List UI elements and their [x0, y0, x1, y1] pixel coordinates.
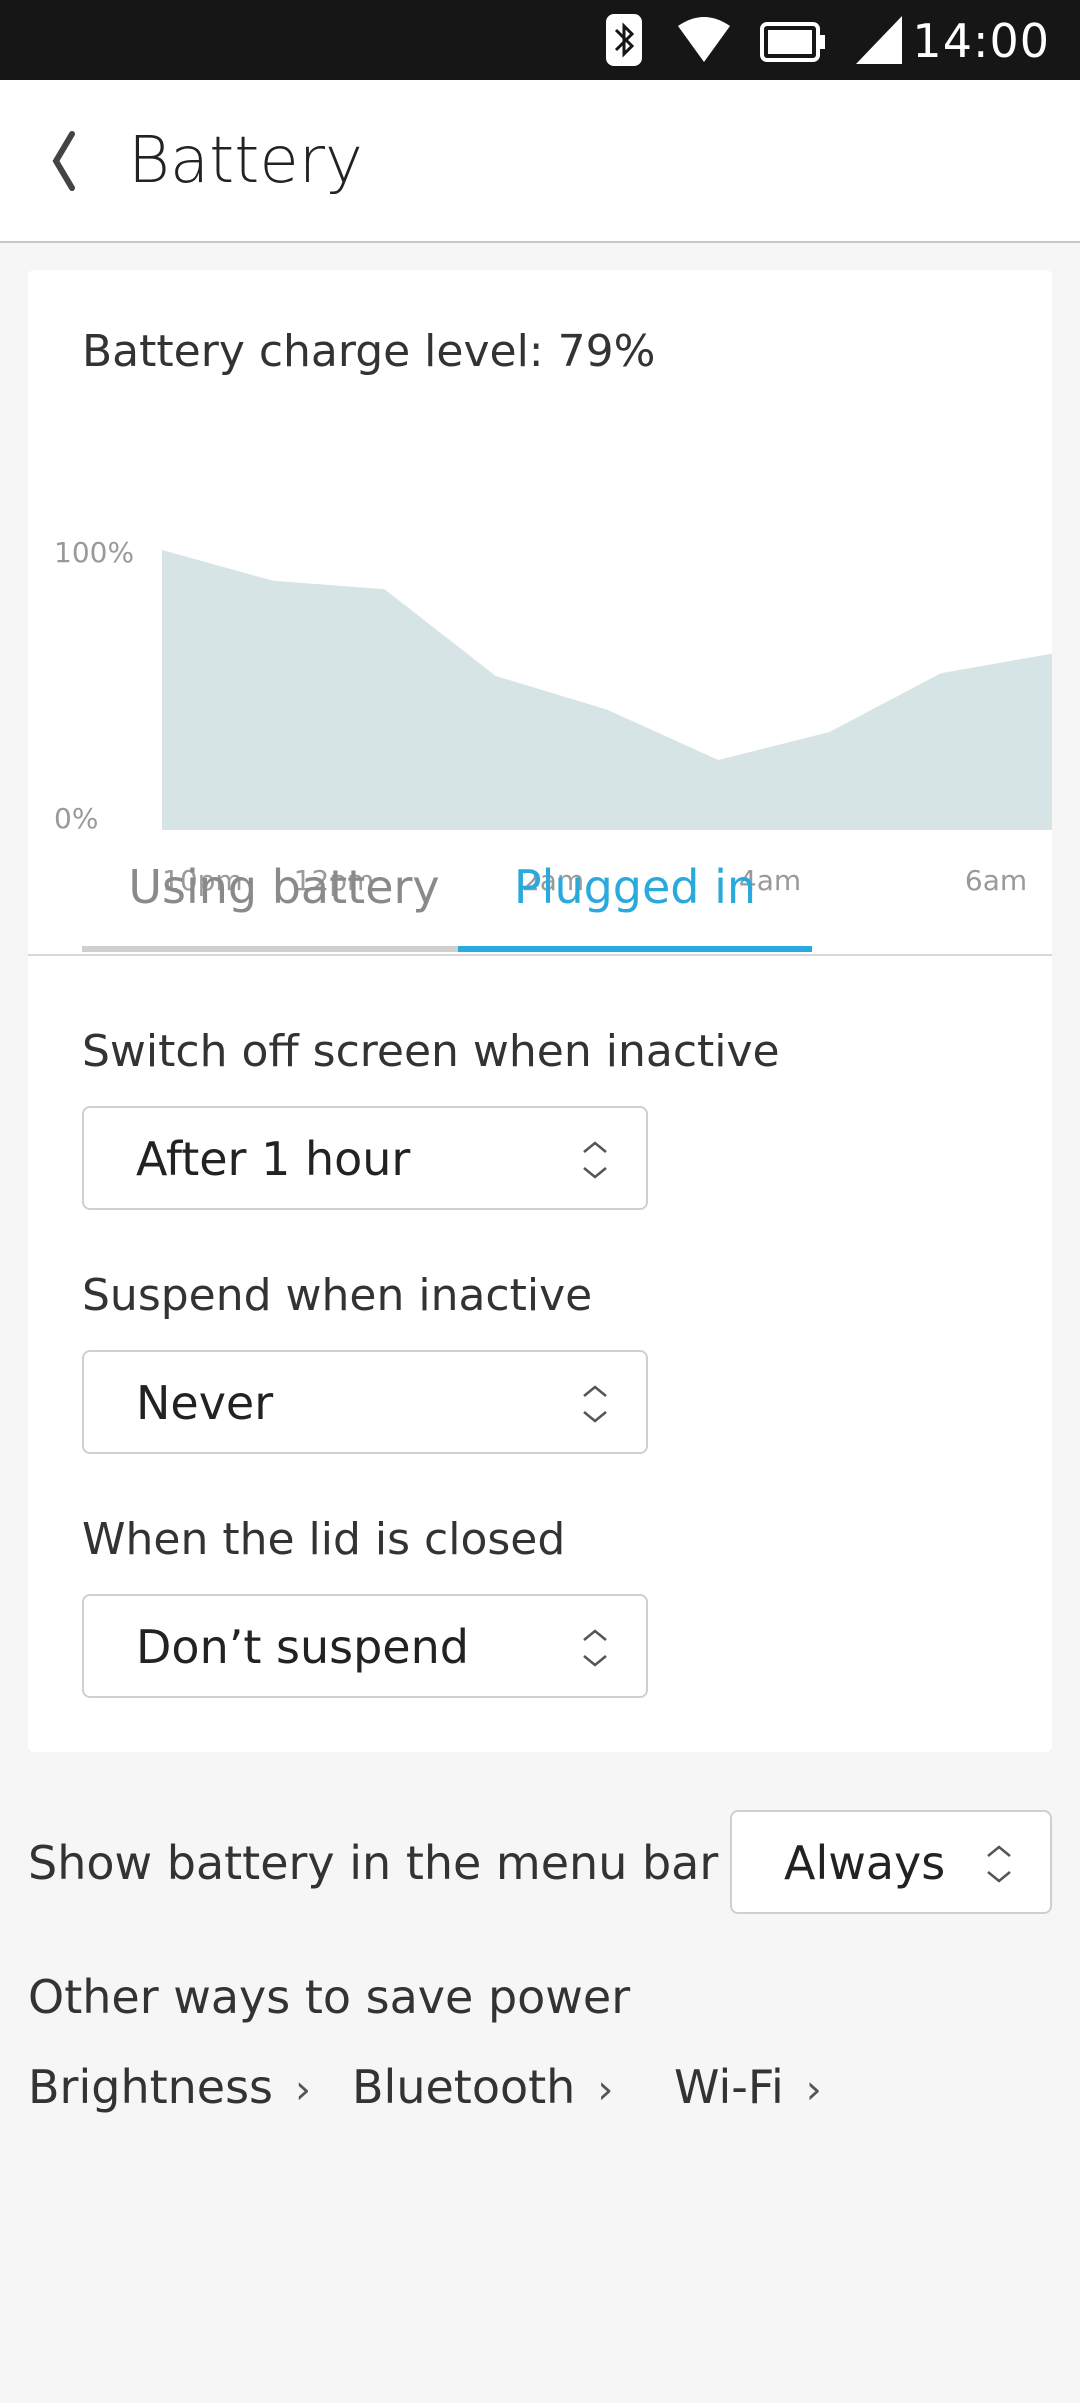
tab-divider — [28, 954, 1052, 956]
tab-bar: Using battery Plugged in — [28, 860, 1052, 952]
y-tick-label: 0% — [54, 802, 98, 835]
other-ways-title: Other ways to save power — [28, 1970, 631, 2024]
y-tick-label: 100% — [54, 536, 134, 569]
link-bluetooth[interactable]: Bluetooth › — [352, 2060, 613, 2114]
up-down-chevron-icon — [984, 1842, 1014, 1886]
charge-area — [162, 550, 1052, 830]
up-down-chevron-icon — [580, 1382, 610, 1426]
menu-bar-label: Show battery in the menu bar — [28, 1836, 719, 1890]
battery-card: Battery charge level: 79% 100% 0% 10pm 12pm… — [28, 270, 1052, 1752]
header: Battery — [0, 80, 1080, 243]
bluetooth-icon — [604, 12, 644, 72]
status-bar: 14:00 — [0, 0, 1080, 80]
lid-label: When the lid is closed — [82, 1514, 566, 1565]
up-down-chevron-icon — [580, 1626, 610, 1670]
tab-using-battery[interactable]: Using battery — [82, 860, 486, 952]
suspend-label: Suspend when inactive — [82, 1270, 593, 1321]
tab-plugged-in[interactable]: Plugged in — [458, 860, 812, 952]
chevron-right-icon: › — [597, 2067, 614, 2113]
suspend-select[interactable]: Never — [82, 1350, 648, 1454]
signal-icon — [854, 14, 904, 70]
lid-value: Don’t suspend — [136, 1620, 469, 1674]
suspend-value: Never — [136, 1376, 274, 1430]
back-button[interactable] — [36, 120, 96, 202]
screen-off-select[interactable]: After 1 hour — [82, 1106, 648, 1210]
lid-select[interactable]: Don’t suspend — [82, 1594, 648, 1698]
wifi-icon — [676, 16, 732, 68]
link-brightness-label: Brightness — [28, 2060, 274, 2114]
tab-plugged-in-label: Plugged in — [513, 860, 757, 914]
tab-using-battery-label: Using battery — [128, 860, 440, 914]
clock: 14:00 — [912, 14, 1050, 68]
chevron-right-icon: › — [295, 2067, 312, 2113]
link-wifi-label: Wi-Fi — [674, 2060, 784, 2114]
up-down-chevron-icon — [580, 1138, 610, 1182]
screen-off-label: Switch off screen when inactive — [82, 1026, 780, 1077]
battery-icon — [760, 22, 826, 66]
link-bluetooth-label: Bluetooth — [352, 2060, 576, 2114]
link-brightness[interactable]: Brightness › — [28, 2060, 311, 2114]
charge-level-label: Battery charge level: 79% — [82, 326, 656, 377]
battery-history-chart: 100%0%10pm 12pm 2am 4am 6am — [54, 536, 1052, 897]
menu-bar-select[interactable]: Always — [730, 1810, 1052, 1914]
screen-off-value: After 1 hour — [136, 1132, 411, 1186]
page-title: Battery — [128, 124, 363, 198]
menu-bar-value: Always — [784, 1836, 946, 1890]
link-wifi[interactable]: Wi-Fi › — [674, 2060, 822, 2114]
back-chevron-icon — [36, 131, 96, 206]
chevron-right-icon: › — [805, 2067, 822, 2113]
